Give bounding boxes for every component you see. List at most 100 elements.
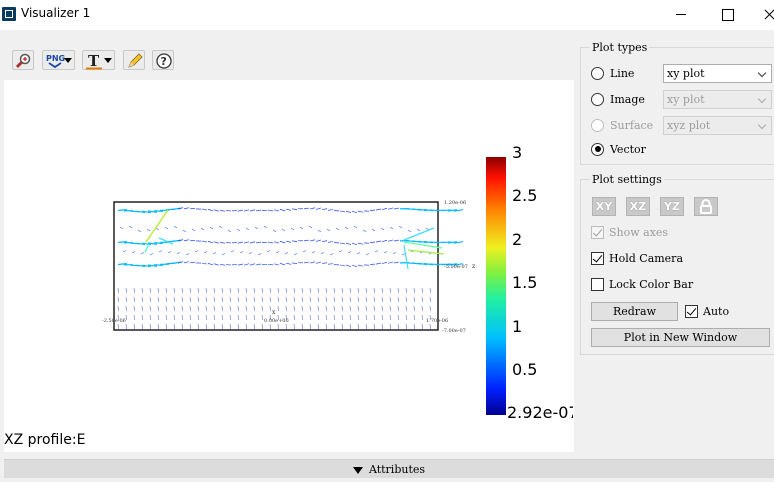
image-plot-select-value: xy plot (667, 93, 705, 106)
vector-arrow (201, 262, 208, 265)
vector-label: Vector (610, 142, 646, 156)
lock-color-bar-label: Lock Color Bar (609, 277, 694, 291)
image-radio[interactable] (591, 92, 604, 106)
vector-arrow (164, 226, 169, 230)
vector-arrow (219, 263, 226, 266)
vector-arrow (389, 226, 394, 230)
domain-box (113, 201, 439, 331)
text-button[interactable]: T (82, 50, 115, 70)
vector-arrow (272, 229, 277, 233)
vector-arrow (167, 251, 172, 254)
lock-view-button[interactable] (694, 197, 718, 216)
vector-arrow (321, 262, 328, 265)
vector-arrow (345, 264, 352, 267)
tick-label: 1.20e-06 (444, 200, 466, 206)
vector-arrow (279, 241, 286, 244)
vector-arrow (176, 252, 181, 255)
vector-arrow (338, 250, 343, 253)
chevron-down-icon (104, 58, 112, 63)
auto-row[interactable]: Auto (685, 302, 729, 320)
zoom-button[interactable] (12, 50, 34, 70)
vector-arrow (387, 239, 394, 242)
vector-arrow (290, 227, 295, 231)
vector-arrow (213, 241, 220, 244)
vector-arrow (122, 250, 127, 253)
view-xz-button[interactable]: XZ (626, 197, 650, 216)
vector-arrow (329, 253, 334, 256)
tick-label: 1.70e-06 (426, 318, 448, 324)
line-radio[interactable] (591, 66, 604, 80)
title-bar: Visualizer 1 (0, 0, 774, 30)
vector-arrow (281, 228, 286, 232)
vector-arrow (144, 243, 150, 253)
vector-arrow (213, 209, 220, 212)
surface-plot-select-value: xyz plot (667, 119, 711, 132)
image-plot-select: xy plot (663, 90, 772, 109)
attributes-toggle[interactable]: Attributes (4, 459, 774, 478)
vector-arrow (243, 209, 250, 212)
vector-arrow (393, 239, 400, 242)
vector-arrow (255, 209, 262, 212)
colorbar (486, 157, 506, 415)
vector-arrow (183, 207, 190, 210)
lock-color-bar-checkbox[interactable] (591, 277, 604, 291)
vector-arrow (351, 210, 358, 213)
z-axis-label: z (472, 263, 475, 270)
x-axis-label: x (272, 309, 276, 316)
chevron-down-icon (757, 68, 767, 78)
colorbar-label: 0.5 (512, 360, 538, 379)
vector-arrow (284, 252, 289, 255)
plot-types-title: Plot types (590, 41, 650, 54)
vector-radio[interactable] (591, 142, 604, 156)
vector-arrow (309, 261, 316, 264)
show-axes-row: Show axes (591, 223, 668, 241)
png-export-icon: PNG (46, 54, 65, 69)
view-xy-button[interactable]: XY (592, 197, 616, 216)
minimize-button[interactable] (658, 0, 704, 30)
vector-arrow (375, 240, 382, 243)
view-yz-button[interactable]: YZ (660, 197, 684, 216)
vector-arrow (194, 250, 199, 253)
vector-arrow (381, 261, 388, 265)
vector-arrow (273, 209, 280, 212)
vector-arrow (128, 225, 133, 229)
vector-arrow (383, 251, 388, 254)
surface-radio (591, 118, 604, 132)
vector-arrow (209, 226, 214, 230)
vector-arrow (275, 251, 280, 254)
pencil-button[interactable] (123, 50, 145, 70)
vector-arrow (239, 251, 244, 254)
redraw-button[interactable]: Redraw (591, 302, 678, 321)
vector-arrow (320, 252, 325, 255)
help-button[interactable]: ? (152, 50, 174, 70)
hold-camera-row[interactable]: Hold Camera (591, 249, 683, 267)
line-plot-select[interactable]: xy plot (663, 64, 772, 83)
vector-arrow (351, 264, 358, 267)
lock-color-bar-row[interactable]: Lock Color Bar (591, 275, 693, 293)
vector-arrow (213, 263, 220, 266)
vector-arrow (309, 239, 316, 242)
vector-arrow (303, 239, 310, 242)
vector-arrow (119, 226, 124, 230)
hold-camera-checkbox[interactable] (591, 251, 604, 265)
maximize-button[interactable] (704, 0, 750, 30)
vector-arrow (308, 225, 313, 229)
vector-arrow (293, 253, 298, 256)
colorbar-label: 3 (512, 143, 523, 162)
vector-arrow (237, 241, 244, 244)
vector-arrow (327, 263, 334, 265)
vector-arrow (255, 241, 262, 244)
plot-in-new-window-button[interactable]: Plot in New Window (591, 328, 770, 347)
plot-type-line[interactable]: Line (591, 64, 634, 82)
plot-canvas[interactable]: 1.20e-06 -5.00e-07 z -2.50e-06 0.00e+00 … (4, 80, 574, 452)
png-export-button[interactable]: PNG (42, 50, 75, 70)
chevron-down-icon (64, 58, 72, 63)
close-button[interactable] (750, 0, 774, 30)
vector-arrow (267, 209, 274, 212)
auto-checkbox[interactable] (685, 304, 698, 318)
vector-arrow (416, 228, 421, 232)
vector-arrow (189, 207, 196, 210)
plot-type-vector[interactable]: Vector (591, 140, 646, 158)
vector-arrow (249, 263, 256, 266)
plot-type-image[interactable]: Image (591, 90, 645, 108)
